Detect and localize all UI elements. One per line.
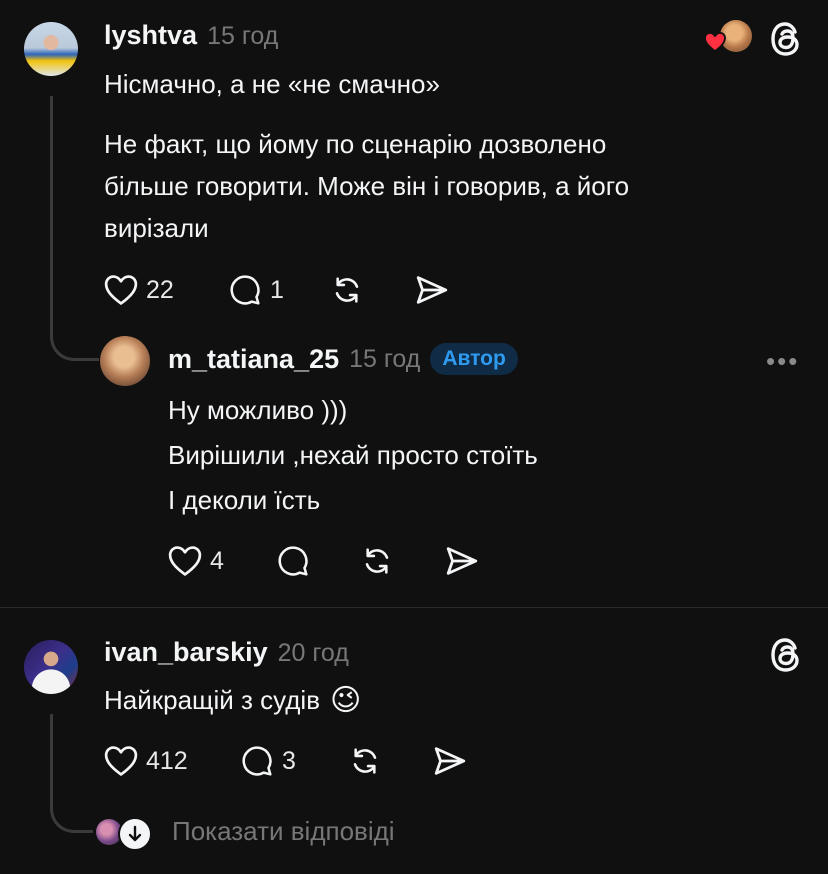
repost-icon (353, 748, 377, 774)
username[interactable]: m_tatiana_25 (168, 344, 339, 375)
comment-text-line: Ну можливо ))) (168, 395, 348, 425)
repost-button[interactable] (360, 545, 394, 582)
avatar-ivan-barskiy[interactable] (24, 640, 78, 694)
wink-emoji: 😉 (330, 684, 362, 717)
repost-icon (365, 548, 389, 574)
timestamp: 20 год (277, 639, 349, 667)
timestamp: 15 год (207, 22, 279, 50)
author-liked-indicator (704, 20, 754, 54)
comment-text: Нісмачно, а не «не смачно» (104, 69, 440, 99)
heart-filled-icon (704, 32, 726, 52)
share-button[interactable] (432, 745, 468, 782)
arrow-down-icon (118, 816, 152, 851)
heart-icon (104, 275, 138, 305)
comment-text-line: більше говорити. Може він і говорив, а й… (104, 171, 630, 201)
show-replies-button[interactable]: Показати відповіді (96, 816, 395, 851)
repost-button[interactable] (348, 745, 382, 782)
comment-icon (278, 546, 308, 576)
like-count: 22 (146, 275, 174, 304)
threads-logo-icon[interactable] (768, 20, 804, 58)
comment-text-line: Вирішили ,нехай просто стоїть (168, 440, 538, 470)
reply-count: 3 (282, 746, 296, 775)
timestamp: 15 год (349, 344, 421, 373)
share-icon (416, 276, 448, 304)
comment-text: Найкращій з судів (104, 685, 321, 715)
username[interactable]: lyshtva (104, 20, 197, 51)
more-options-button[interactable]: ••• (766, 346, 799, 377)
thread-connector (50, 300, 99, 361)
show-replies-label: Показати відповіді (172, 816, 395, 846)
avatar-lyshtva[interactable] (24, 22, 78, 76)
like-count: 412 (146, 746, 188, 775)
repost-button[interactable] (330, 274, 364, 311)
heart-icon (104, 746, 138, 776)
divider (0, 607, 828, 608)
heart-icon (168, 546, 202, 576)
share-icon (434, 747, 466, 775)
comment-text-line: Не факт, що йому по сценарію дозволено (104, 129, 607, 159)
reply-count: 1 (270, 275, 284, 304)
comment-icon (242, 746, 272, 776)
like-button[interactable]: 4 (168, 545, 224, 577)
share-button[interactable] (414, 274, 450, 311)
reply-button[interactable] (276, 545, 310, 582)
thread-connector (50, 772, 93, 833)
comment-text-line: І деколи їсть (168, 485, 321, 515)
threads-logo-icon[interactable] (768, 636, 804, 674)
like-button[interactable]: 412 (104, 745, 188, 777)
reply-button[interactable]: 1 (228, 274, 284, 306)
like-count: 4 (210, 546, 224, 575)
username[interactable]: ivan_barskiy (104, 637, 268, 668)
thread-line (50, 96, 53, 334)
comment-icon (230, 275, 260, 305)
share-icon (446, 547, 478, 575)
repost-icon (335, 277, 359, 303)
comment-text-line: вирізали (104, 213, 209, 243)
author-badge: Автор (430, 343, 518, 375)
share-button[interactable] (444, 545, 480, 582)
avatar-m-tatiana-25[interactable] (100, 336, 150, 386)
like-button[interactable]: 22 (104, 274, 174, 306)
reply-button[interactable]: 3 (240, 745, 296, 777)
